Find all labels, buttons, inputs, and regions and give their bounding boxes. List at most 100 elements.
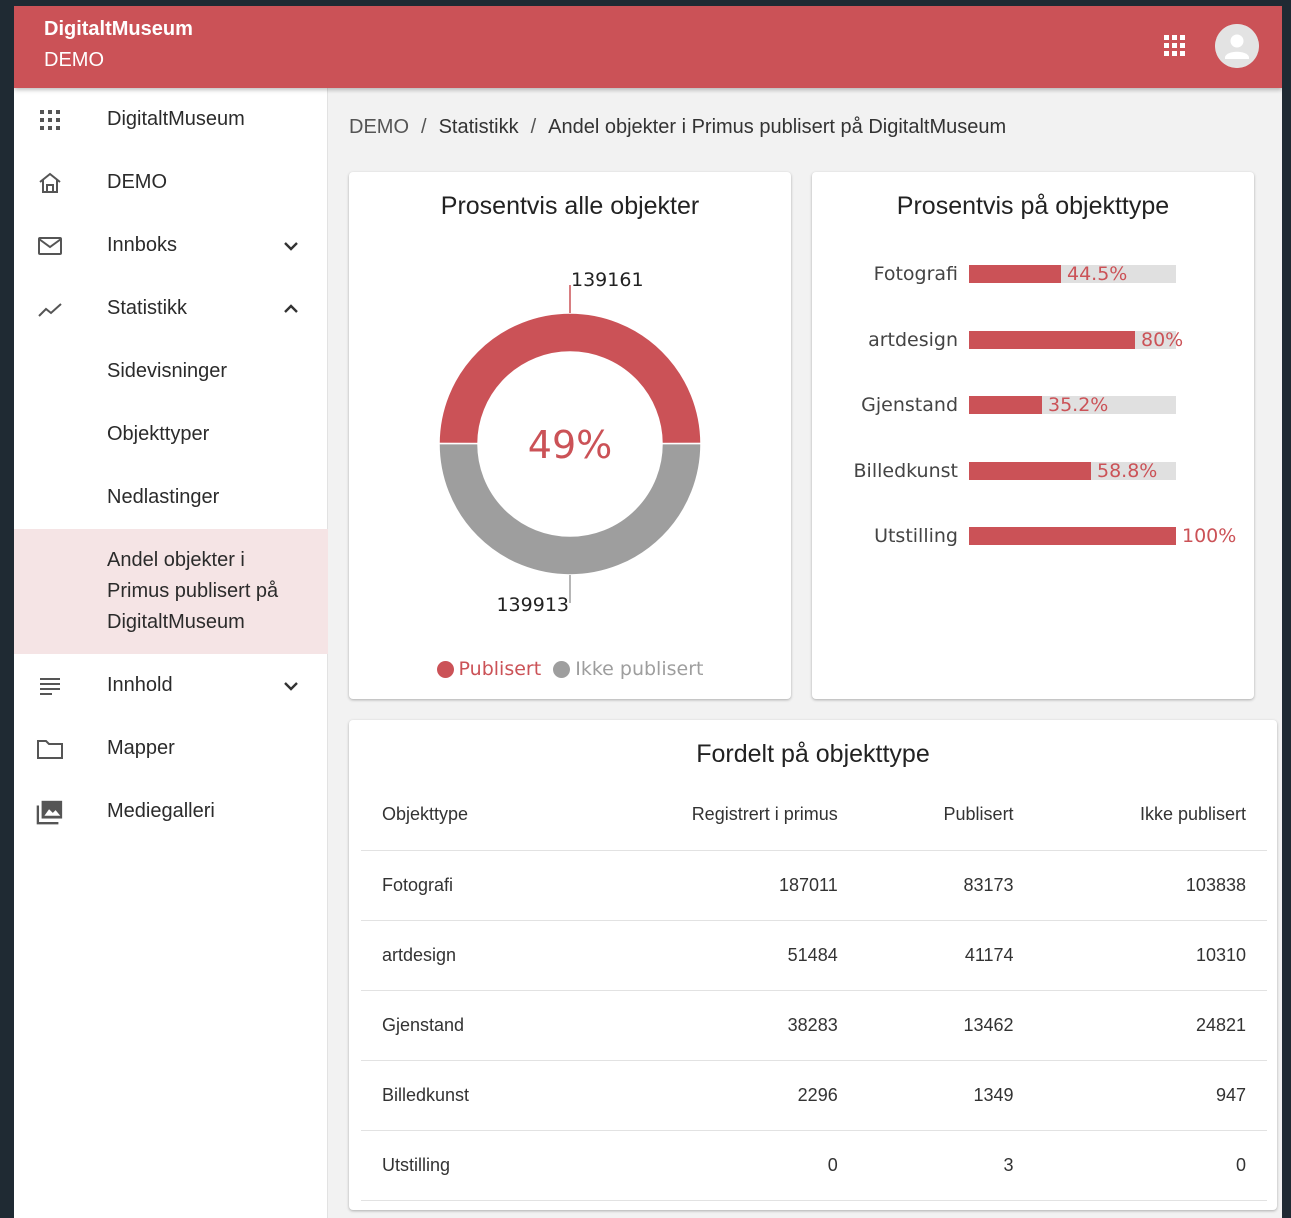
brand[interactable]: DigitaltMuseum DEMO — [44, 17, 193, 72]
sidebar-item-demo[interactable]: DEMO — [14, 151, 328, 214]
sidebar-item-statistikk[interactable]: Statistikk — [14, 277, 328, 340]
bar-category-label: Fotografi — [873, 263, 958, 285]
mail-icon — [36, 232, 64, 260]
sidebar-item-innboks[interactable]: Innboks — [14, 214, 328, 277]
sidebar-item-label: Andel objekter i Primus publisert på Dig… — [107, 549, 279, 633]
column-header-registrert[interactable]: Registrert i primus — [564, 780, 859, 850]
breadcrumb: DEMO / Statistikk / Andel objekter i Primus … — [349, 116, 1006, 139]
bar-category-label: Billedkunst — [853, 459, 958, 482]
sidebar-item-label: Mapper — [107, 737, 175, 759]
sidebar-item-mapper[interactable]: Mapper — [14, 717, 328, 780]
chevron-up-icon[interactable] — [280, 298, 302, 320]
table-cell: Billedkunst — [382, 1084, 470, 1105]
table-row: artdesign 51484 41174 10310 — [361, 920, 1267, 990]
folder-icon — [36, 735, 64, 763]
legend-item-ikke-publisert[interactable]: Ikke publisert — [553, 658, 703, 680]
legend-dot-icon — [553, 660, 571, 678]
home-icon — [36, 169, 64, 197]
legend-label: Ikke publisert — [575, 658, 704, 680]
table-cell: 1349 — [973, 1084, 1014, 1105]
apps-icon — [36, 106, 64, 134]
bar-value-label: 58.8% — [1097, 459, 1158, 482]
table-row: Billedkunst 2296 1349 947 — [361, 1060, 1267, 1130]
bar-fill — [969, 461, 1091, 480]
column-header-publisert[interactable]: Publisert — [859, 780, 1035, 850]
account-icon — [1215, 24, 1259, 68]
table-cell: 83173 — [963, 874, 1014, 895]
bar-row[interactable]: Utstilling 100% — [812, 521, 1254, 551]
bar-row[interactable]: Billedkunst 58.8% — [812, 456, 1254, 486]
donut-chart-card: Prosentvis alle objekter 139161 139913 49%… — [349, 172, 791, 699]
donut-chart: 139161 139913 49% — [438, 269, 702, 616]
apps-grid-icon — [1164, 35, 1185, 56]
legend-label: Publisert — [458, 658, 542, 680]
table-cell: 41174 — [964, 944, 1014, 965]
bar-row[interactable]: Gjenstand 35.2% — [812, 390, 1254, 420]
table-cell: 103838 — [1185, 874, 1246, 895]
sidebar: DigitaltMuseum DEMO Innboks Statistikk S… — [14, 88, 328, 1218]
sidebar-item-innhold[interactable]: Innhold — [14, 654, 328, 717]
table-cell: 10310 — [1195, 944, 1246, 965]
breadcrumb-separator: / — [530, 116, 537, 138]
donut-legend: Publisert Ikke publisert — [349, 658, 791, 683]
bar-value-label: 100% — [1182, 525, 1237, 547]
breadcrumb-item-demo[interactable]: DEMO — [349, 116, 409, 138]
table-cell: 947 — [1215, 1084, 1246, 1105]
table-cell: 51484 — [787, 944, 838, 965]
table-title: Fordelt på objekttype — [696, 740, 930, 768]
bar-category-label: Utstilling — [874, 525, 958, 547]
data-table: Objekttype Registrert i primus Publisert… — [361, 780, 1267, 1201]
table-cell: 187011 — [778, 874, 838, 895]
user-account-button[interactable] — [1215, 24, 1259, 68]
donut-label-ikke-publisert: 139913 — [496, 594, 569, 616]
sidebar-item-andel-objekter[interactable]: Andel objekter i Primus publisert på Dig… — [14, 529, 328, 654]
bar-fill — [969, 396, 1042, 414]
photo-library-icon — [36, 798, 64, 826]
table-cell: 24821 — [1195, 1014, 1246, 1035]
breadcrumb-item-current: Andel objekter i Primus publisert på Dig… — [548, 116, 1007, 138]
bar-value-label: 44.5% — [1067, 263, 1128, 285]
table-cell: 38283 — [787, 1014, 838, 1035]
brand-subtitle: DEMO — [44, 49, 104, 71]
table-cell: Fotografi — [382, 874, 454, 895]
bar-value-label: 80% — [1141, 328, 1184, 351]
top-app-bar: DigitaltMuseum DEMO — [14, 6, 1282, 88]
column-header-ikke-publisert[interactable]: Ikke publisert — [1035, 780, 1267, 850]
sidebar-item-label: Innboks — [107, 234, 178, 256]
bar-chart-card: Prosentvis på objekttype Fotografi 44.5% a… — [812, 172, 1254, 699]
sidebar-item-objekttyper[interactable]: Objekttyper — [14, 403, 328, 466]
bar-chart: Fotografi 44.5% artdesign 80% Gjenstand 35.2%… — [812, 172, 1254, 699]
breadcrumb-item-statistikk[interactable]: Statistikk — [439, 116, 519, 138]
bar-row[interactable]: artdesign 80% — [812, 325, 1254, 355]
sidebar-item-digitaltmuseum[interactable]: DigitaltMuseum — [14, 88, 328, 151]
sidebar-item-label: DigitaltMuseum — [107, 108, 245, 130]
legend-dot-icon — [436, 660, 454, 678]
sidebar-item-mediegalleri[interactable]: Mediegalleri — [14, 780, 328, 843]
sidebar-item-label: Sidevisninger — [107, 360, 228, 382]
bar-track — [969, 527, 1176, 545]
table-cell: artdesign — [382, 944, 457, 965]
table-cell: 0 — [827, 1154, 838, 1175]
apps-menu-button[interactable] — [1164, 35, 1186, 57]
breadcrumb-separator: / — [421, 116, 427, 138]
bar-row[interactable]: Fotografi 44.5% — [812, 259, 1254, 289]
chevron-down-icon[interactable] — [280, 675, 302, 697]
sidebar-item-label: Mediegalleri — [107, 800, 215, 822]
column-header-objekttype[interactable]: Objekttype — [361, 780, 564, 850]
donut-label-publisert: 139161 — [571, 269, 644, 291]
donut-center-label: 49% — [528, 423, 612, 467]
chevron-down-icon[interactable] — [280, 235, 302, 257]
trending-icon — [36, 295, 64, 323]
bar-category-label: Gjenstand — [861, 394, 958, 416]
bar-fill — [969, 265, 1061, 283]
table-cell: 2296 — [797, 1084, 838, 1105]
table-card: Fordelt på objekttype Objekttype Registr… — [349, 720, 1277, 1210]
bar-fill — [969, 527, 1176, 545]
table-cell: Gjenstand — [382, 1014, 465, 1035]
table-header-row: Objekttype Registrert i primus Publisert… — [361, 780, 1267, 850]
sidebar-item-nedlastinger[interactable]: Nedlastinger — [14, 466, 328, 529]
sidebar-item-sidevisninger[interactable]: Sidevisninger — [14, 340, 328, 403]
app-window: DigitaltMuseum DEMO DigitaltMuseum DEMO … — [14, 6, 1282, 1218]
bar-value-label: 35.2% — [1048, 394, 1109, 416]
legend-item-publisert[interactable]: Publisert — [436, 658, 542, 680]
